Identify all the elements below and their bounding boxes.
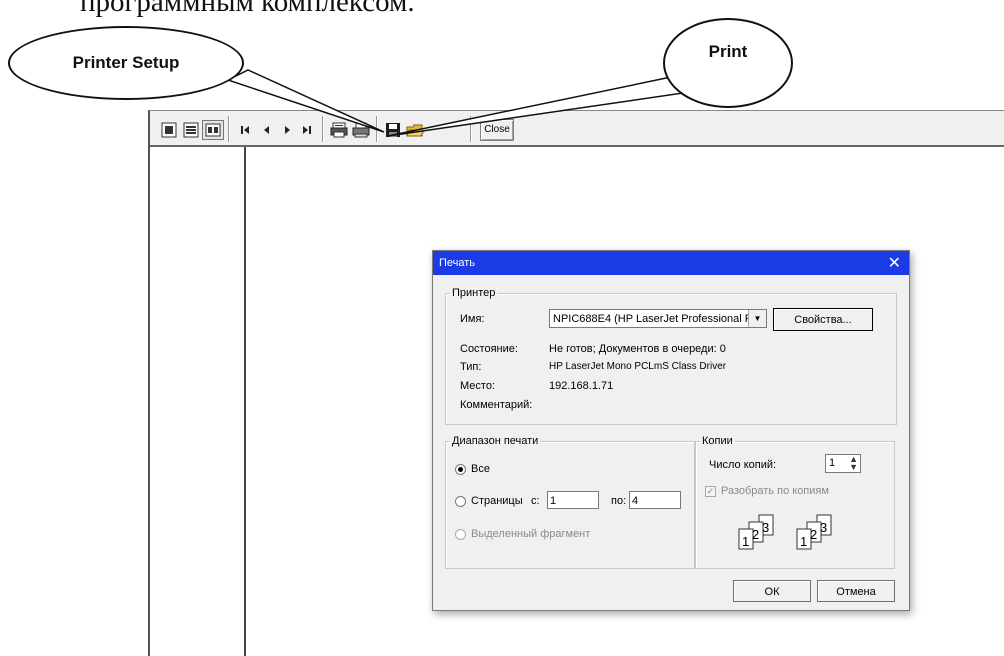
print-callout: Print <box>663 18 793 108</box>
printer-setup-callout: Printer Setup <box>8 26 244 100</box>
